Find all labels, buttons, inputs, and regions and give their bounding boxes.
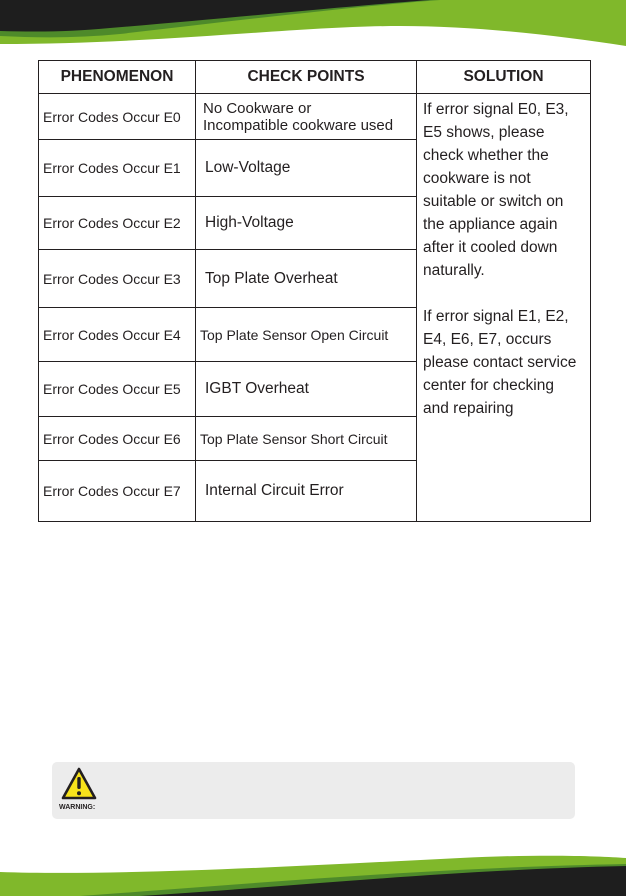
- troubleshooting-table: PHENOMENON CHECK POINTS SOLUTION Error C…: [38, 60, 591, 522]
- warning-box: WARNING:: [52, 762, 575, 819]
- phenomenon-cell: Error Codes Occur E7: [38, 460, 196, 522]
- check-point-cell: Top Plate Sensor Open Circuit: [195, 307, 417, 362]
- phenomenon-cell: Error Codes Occur E3: [38, 249, 196, 308]
- solution-paragraph: If error signal E0, E3, E5 shows, please…: [423, 101, 569, 279]
- phenomenon-cell: Error Codes Occur E5: [38, 361, 196, 417]
- solution-cell: If error signal E0, E3, E5 shows, please…: [416, 93, 591, 522]
- check-point-line: No Cookware or: [203, 99, 312, 117]
- phenomenon-cell: Error Codes Occur E1: [38, 139, 196, 197]
- check-point-cell: Internal Circuit Error: [195, 460, 417, 522]
- check-point-cell: Low-Voltage: [195, 139, 417, 197]
- header-wave-decoration: [0, 0, 626, 46]
- footer-wave-decoration: [0, 855, 626, 896]
- check-point-cell: IGBT Overheat: [195, 361, 417, 417]
- check-point-line: Incompatible cookware used: [203, 116, 394, 134]
- header-phenomenon: PHENOMENON: [38, 60, 196, 94]
- table-row: Error Codes Occur E0 No Cookware or Inco…: [38, 93, 591, 522]
- solution-paragraph: If error signal E1, E2, E4, E6, E7, occu…: [423, 308, 577, 417]
- header-solution: SOLUTION: [416, 60, 591, 94]
- table-header-row: PHENOMENON CHECK POINTS SOLUTION: [38, 60, 591, 94]
- phenomenon-cell: Error Codes Occur E0: [38, 93, 196, 140]
- header-check-points: CHECK POINTS: [195, 60, 417, 94]
- check-point-cell: Top Plate Overheat: [195, 249, 417, 308]
- check-point-cell: No Cookware or Incompatible cookware use…: [195, 93, 417, 140]
- check-point-cell: High-Voltage: [195, 196, 417, 250]
- phenomenon-cell: Error Codes Occur E4: [38, 307, 196, 362]
- check-point-cell: Top Plate Sensor Short Circuit: [195, 416, 417, 461]
- warning-triangle-icon: [61, 767, 97, 800]
- phenomenon-cell: Error Codes Occur E6: [38, 416, 196, 461]
- warning-label: WARNING:: [59, 804, 96, 811]
- phenomenon-cell: Error Codes Occur E2: [38, 196, 196, 250]
